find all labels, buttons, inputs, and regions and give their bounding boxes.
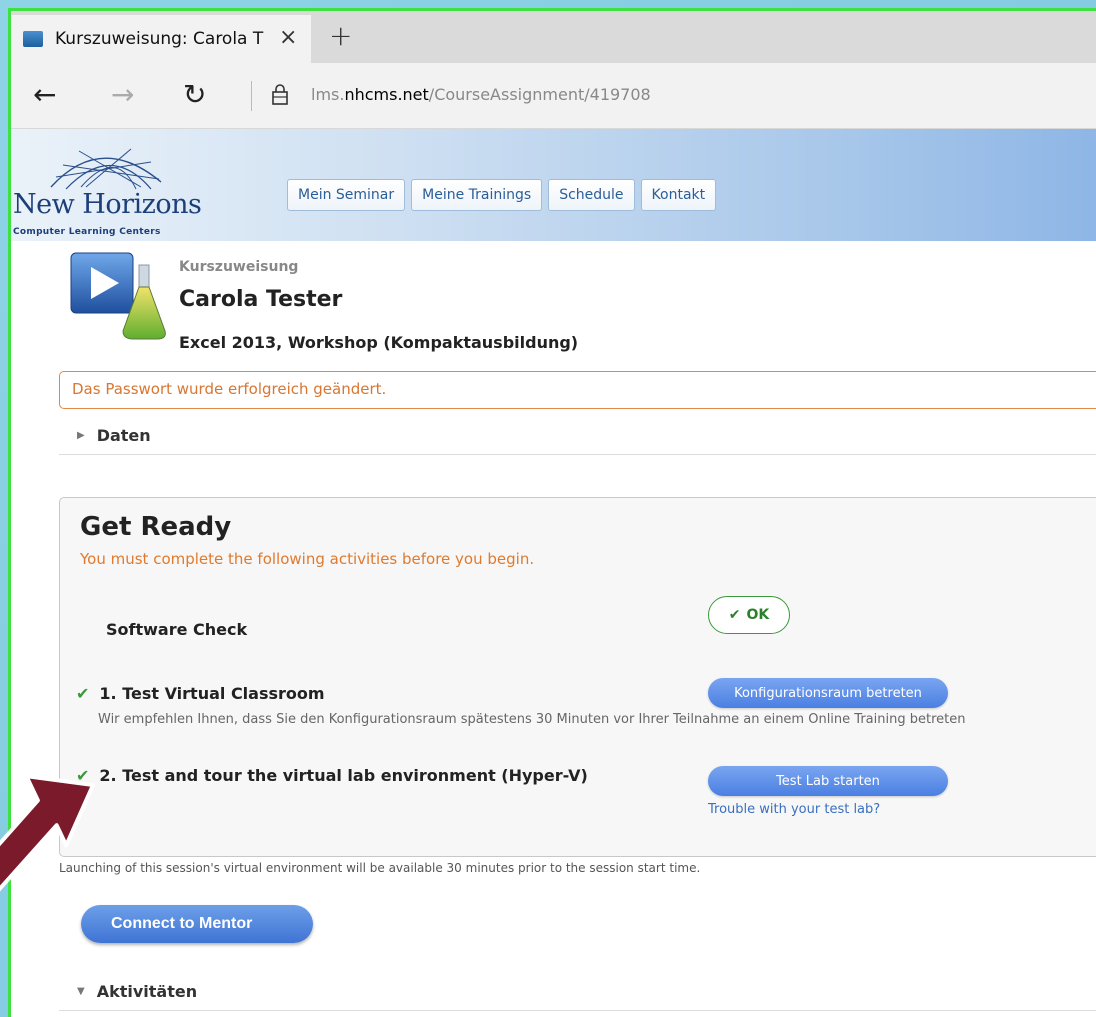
virtual-classroom-hint: Wir empfehlen Ihnen, dass Sie den Konfig…	[98, 712, 966, 727]
success-alert: Das Passwort wurde erfolgreich geändert.	[59, 371, 1096, 409]
page-content: New Horizons Computer Learning Centers M…	[11, 129, 1096, 1017]
browser-window: Kurszuweisung: Carola T × + ← → ↻ lms.nh…	[8, 8, 1096, 1017]
assignment-label: Kurszuweisung	[179, 259, 299, 275]
caret-down-icon: ▼	[77, 986, 85, 997]
test-lab-label: 2. Test and tour the virtual lab environ…	[99, 766, 588, 785]
separator	[251, 81, 252, 111]
address-bar-row: ← → ↻ lms.nhcms.net/CourseAssignment/419…	[11, 63, 1096, 129]
course-title: Excel 2013, Workshop (Kompaktausbildung)	[179, 333, 579, 352]
section-aktivitaeten[interactable]: ▼ Aktivitäten	[59, 973, 1096, 1011]
course-media-icon	[70, 252, 166, 340]
software-check-label: Software Check	[106, 620, 248, 639]
pointer-arrow-icon	[0, 774, 96, 895]
close-tab-icon[interactable]: ×	[279, 25, 297, 50]
checkmark-icon: ✔	[76, 684, 90, 703]
checkmark-icon: ✔	[728, 607, 741, 623]
software-check-ok-badge: ✔ OK	[708, 596, 790, 634]
test-virtual-classroom-label: 1. Test Virtual Classroom	[99, 684, 325, 703]
browser-tab[interactable]: Kurszuweisung: Carola T ×	[11, 15, 311, 63]
forward-arrow-icon[interactable]: →	[111, 78, 134, 111]
test-lab-row: ✔ 2. Test and tour the virtual lab enviro…	[76, 766, 588, 785]
trouble-test-lab-link[interactable]: Trouble with your test lab?	[708, 802, 880, 817]
konfigurationsraum-button[interactable]: Konfigurationsraum betreten	[708, 678, 948, 708]
test-lab-button[interactable]: Test Lab starten	[708, 766, 948, 796]
section-aktivitaeten-label: Aktivitäten	[96, 982, 198, 1001]
get-ready-subtitle: You must complete the following activiti…	[80, 550, 535, 568]
site-favicon-icon	[23, 31, 43, 47]
new-tab-icon[interactable]: +	[329, 19, 352, 52]
test-virtual-classroom-row: ✔ 1. Test Virtual Classroom	[76, 684, 325, 703]
tab-title: Kurszuweisung: Carola T	[55, 29, 264, 49]
new-horizons-logo[interactable]: New Horizons Computer Learning Centers	[11, 137, 231, 247]
url-prefix: lms.	[311, 85, 345, 104]
tab-bar: Kurszuweisung: Carola T × +	[11, 11, 1096, 63]
logo-wordmark: New Horizons	[13, 189, 202, 220]
ok-label: OK	[746, 607, 770, 623]
nav-meine-trainings[interactable]: Meine Trainings	[411, 179, 543, 211]
nav-mein-seminar[interactable]: Mein Seminar	[287, 179, 406, 211]
nav-schedule[interactable]: Schedule	[548, 179, 635, 211]
nav-kontakt[interactable]: Kontakt	[640, 179, 717, 211]
get-ready-panel: Get Ready You must complete the followin…	[59, 497, 1096, 857]
lock-icon	[272, 84, 288, 105]
url-field[interactable]: lms.nhcms.net/CourseAssignment/419708	[311, 85, 651, 104]
get-ready-title: Get Ready	[80, 512, 232, 542]
section-daten[interactable]: ▶ Daten	[59, 417, 1096, 455]
url-path: /CourseAssignment/419708	[428, 85, 651, 104]
logo-tagline: Computer Learning Centers	[13, 227, 161, 237]
refresh-icon[interactable]: ↻	[183, 78, 206, 111]
main-navigation: Mein Seminar Meine Trainings Schedule Ko…	[287, 179, 717, 211]
caret-right-icon: ▶	[77, 430, 85, 441]
connect-to-mentor-button[interactable]: Connect to Mentor	[81, 905, 313, 943]
launch-note: Launching of this session's virtual envi…	[59, 861, 701, 875]
globe-arcs-icon	[50, 148, 162, 190]
section-daten-label: Daten	[96, 426, 151, 445]
student-name: Carola Tester	[179, 287, 343, 312]
back-arrow-icon[interactable]: ←	[33, 78, 56, 111]
url-host: nhcms.net	[344, 85, 429, 104]
